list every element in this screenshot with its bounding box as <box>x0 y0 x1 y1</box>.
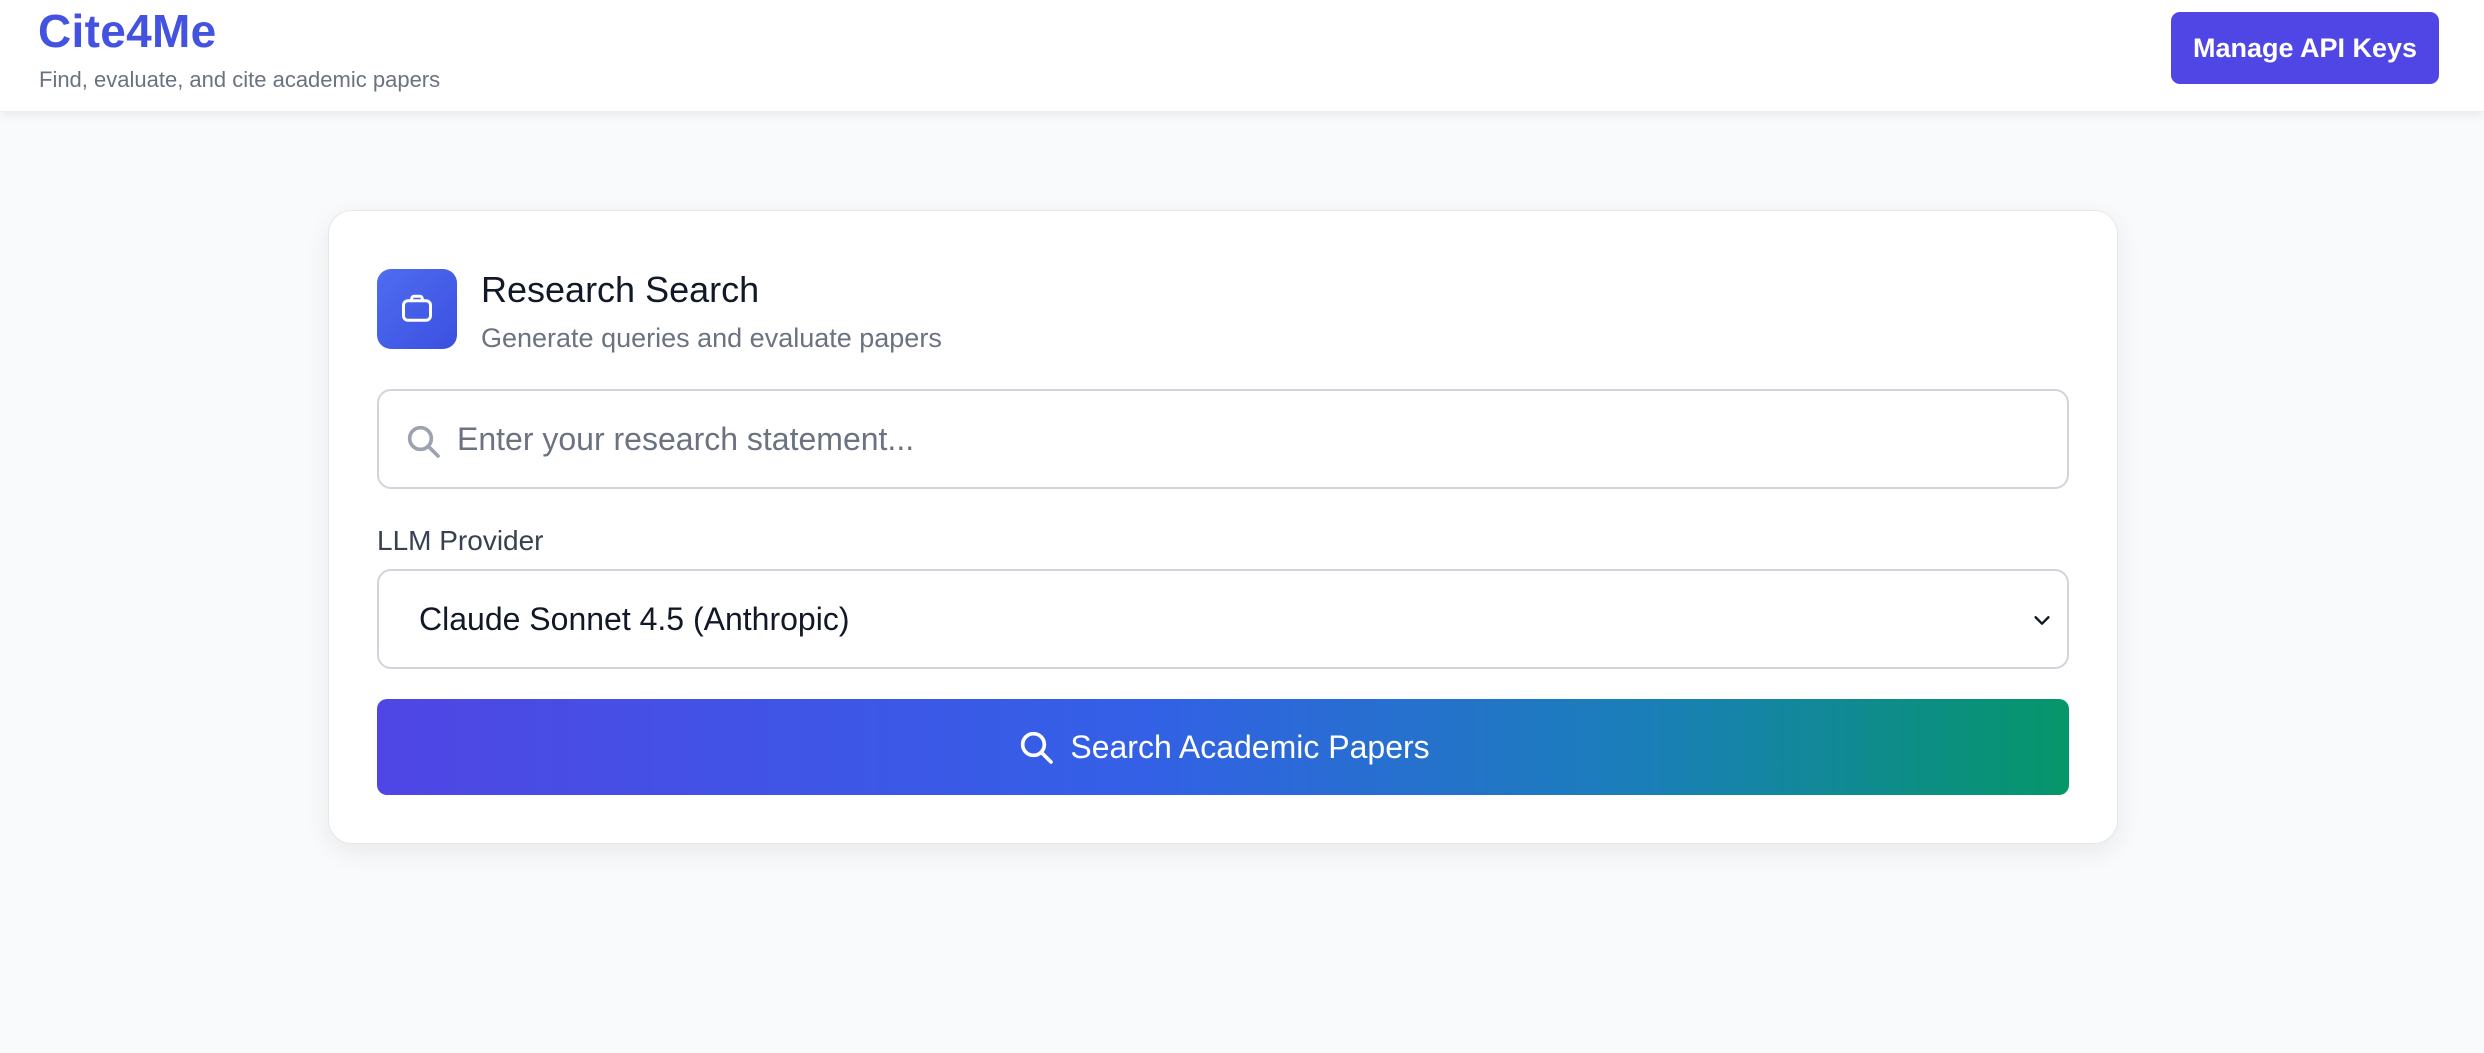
manage-api-keys-button[interactable]: Manage API Keys <box>2171 12 2439 84</box>
search-button-label: Search Academic Papers <box>1070 728 1430 765</box>
research-statement-field[interactable] <box>377 389 2069 489</box>
search-icon <box>1016 727 1056 767</box>
card-subtitle: Generate queries and evaluate papers <box>481 323 942 353</box>
top-bar: Cite4Me Find, evaluate, and cite academi… <box>0 0 2484 112</box>
search-icon <box>403 421 443 461</box>
llm-provider-selected-value: Claude Sonnet 4.5 (Anthropic) <box>419 601 850 637</box>
research-search-card: Research Search Generate queries and eva… <box>328 210 2118 844</box>
app-tagline: Find, evaluate, and cite academic papers <box>39 67 441 92</box>
card-title: Research Search <box>481 269 760 310</box>
briefcase-icon <box>377 269 457 349</box>
search-academic-papers-button[interactable]: Search Academic Papers <box>377 699 2069 795</box>
app-title: Cite4Me <box>38 5 217 57</box>
llm-provider-label: LLM Provider <box>377 525 544 556</box>
chevron-down-icon <box>2031 609 2053 631</box>
llm-provider-select[interactable]: Claude Sonnet 4.5 (Anthropic) <box>377 569 2069 669</box>
research-statement-input[interactable] <box>457 391 2047 487</box>
